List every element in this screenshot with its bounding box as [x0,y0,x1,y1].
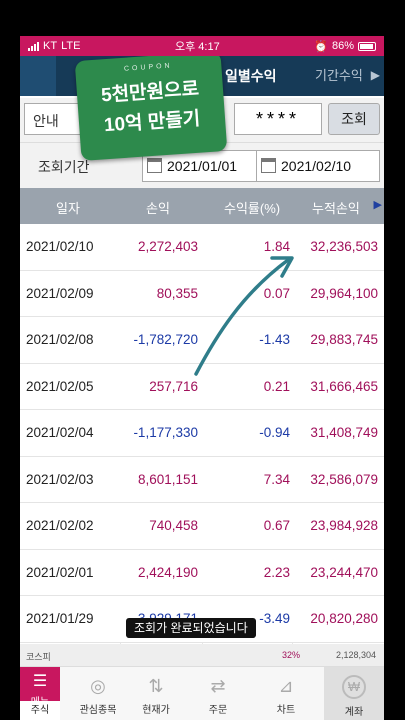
cell-date: 2021/02/10 [26,239,94,254]
calendar-icon [261,158,276,173]
cell-cumulative: 32,586,079 [310,471,378,487]
cell-return-rate: 7.34 [263,471,290,487]
back-button[interactable] [20,56,56,96]
network-type: LTE [61,40,81,52]
nav-account[interactable]: ₩ 계좌 [324,667,384,720]
password-field[interactable]: **** [234,103,322,135]
cell-return-rate: 1.84 [263,239,290,254]
cell-profit-loss: -1,782,720 [133,332,198,347]
column-header-cumulative: 누적손익 [312,201,360,216]
cell-cumulative: 23,984,928 [310,518,378,533]
menu-button[interactable]: ☰ 메뉴 [20,667,60,708]
cell-cumulative: 32,236,503 [310,239,378,254]
account-select-label: 안내 [33,113,59,129]
cell-cumulative: 31,666,465 [310,378,378,394]
cell-return-rate: 0.67 [263,518,290,533]
cell-profit-loss: 80,355 [156,285,198,301]
cell-profit-loss: 2,272,403 [137,239,198,254]
table-row[interactable]: 2021/02/05 257,716 0.21 31,666,465 [20,363,384,410]
scroll-right-icon[interactable]: ▶ [374,198,382,211]
table-row[interactable]: 2021/02/08 -1,782,720 -1.43 29,883,745 [20,317,384,364]
date-from-value: 2021/01/01 [167,158,238,174]
nav-price[interactable]: ⇅ 현재가 [130,667,182,720]
toast-message: 조회가 완료되었습니다 [126,618,256,638]
cell-profit-loss: 8,601,151 [137,471,198,487]
profit-table: 2021/02/10 2,272,403 1.84 32,236,503 2021/02… [20,224,384,643]
cell-date: 2021/02/09 [26,285,94,301]
cell-date: 2021/02/03 [26,471,94,487]
index-name: 코스피 [26,652,51,662]
date-to-value: 2021/02/10 [281,158,352,174]
nav-order[interactable]: ⇄ 주문 [192,667,244,720]
chart-icon: ⊿ [278,676,294,696]
coupon-badge: COUPON 5천만원으로 10억 만들기 [74,51,228,161]
index-ticker[interactable]: 코스피 32% 2,128,304 [20,644,384,666]
table-row[interactable]: 2021/02/03 8,601,151 7.34 32,586,079 [20,456,384,503]
hamburger-icon: ☰ [32,673,48,690]
period-label: 조회기간 [38,159,90,175]
column-header-pl: 손익 [146,201,170,216]
table-header: 일자 손익 수익률(%) 누적손익 ▶ [20,188,384,224]
carrier: KT [43,40,58,52]
cell-profit-loss: 257,716 [149,378,198,394]
column-header-date: 일자 [56,201,80,216]
cell-date: 2021/01/29 [26,611,94,626]
clock: 오후 4:17 [174,41,220,53]
status-bar: KT LTE 오후 4:17 ⏰ 86% [20,36,384,56]
order-icon: ⇄ [210,676,226,696]
battery-percent: 86% [331,40,354,52]
cell-return-rate: -1.43 [259,332,290,347]
battery-icon [358,41,376,51]
cell-date: 2021/02/05 [26,378,94,394]
bottom-nav: ☰ 메뉴 주식 ◎ 관심종목 ⇅ 현재가 ⇄ 주문 ⊿ 차트 ₩ 계좌 [20,666,384,720]
nav-order-label: 주문 [208,705,228,716]
price-icon: ⇅ [148,676,164,696]
table-row[interactable]: 2021/02/09 80,355 0.07 29,964,100 [20,270,384,317]
nav-stock[interactable]: 주식 [20,701,60,720]
tab-period-profit[interactable]: 기간수익 [315,56,363,96]
watchlist-icon: ◎ [90,676,106,696]
cell-cumulative: 23,244,470 [310,564,378,580]
cell-profit-loss: -1,177,330 [133,425,198,440]
cell-cumulative: 20,820,280 [310,611,378,626]
alarm-icon: ⏰ [314,40,328,53]
cell-date: 2021/02/02 [26,518,94,533]
cell-return-rate: -0.94 [259,425,290,440]
query-button[interactable]: 조회 [328,103,380,135]
table-row[interactable]: 2021/02/10 2,272,403 1.84 32,236,503 [20,224,384,271]
cell-profit-loss: 740,458 [149,518,198,533]
cell-date: 2021/02/08 [26,332,94,347]
nav-watchlist-label: 관심종목 [79,705,117,716]
calendar-icon [147,158,162,173]
cell-cumulative: 29,883,745 [310,332,378,347]
table-row[interactable]: 2021/02/04 -1,177,330 -0.94 31,408,749 [20,410,384,457]
app-screen: 일별수익 기간수익 ▶ COUPON 5천만원으로 10억 만들기 안내 ∨ *… [20,36,384,720]
cell-return-rate: 0.21 [263,378,290,394]
won-icon: ₩ [342,675,366,699]
chevron-right-icon[interactable]: ▶ [371,68,380,82]
nav-watchlist[interactable]: ◎ 관심종목 [72,667,124,720]
cell-profit-loss: 2,424,190 [137,564,198,580]
cell-date: 2021/02/01 [26,564,94,580]
index-value: 2,128,304 [335,650,376,660]
cell-return-rate: 0.07 [263,285,290,301]
index-change: 32% [282,650,301,660]
nav-chart[interactable]: ⊿ 차트 [260,667,312,720]
tab-daily-profit[interactable]: 일별수익 [225,56,277,96]
column-header-rate: 수익률(%) [224,201,281,216]
table-row[interactable]: 2021/02/02 740,458 0.67 23,984,928 [20,503,384,550]
date-to-field[interactable]: 2021/02/10 [256,150,380,182]
cell-date: 2021/02/04 [26,425,94,440]
table-row[interactable]: 2021/02/01 2,424,190 2.23 23,244,470 [20,549,384,596]
cell-return-rate: -3.49 [259,611,290,626]
cell-return-rate: 2.23 [263,564,290,580]
nav-price-label: 현재가 [142,705,170,716]
nav-account-label: 계좌 [344,707,364,718]
cell-cumulative: 31,408,749 [310,425,378,440]
signal-icon [28,41,39,51]
nav-chart-label: 차트 [276,705,296,716]
cell-cumulative: 29,964,100 [310,285,378,301]
